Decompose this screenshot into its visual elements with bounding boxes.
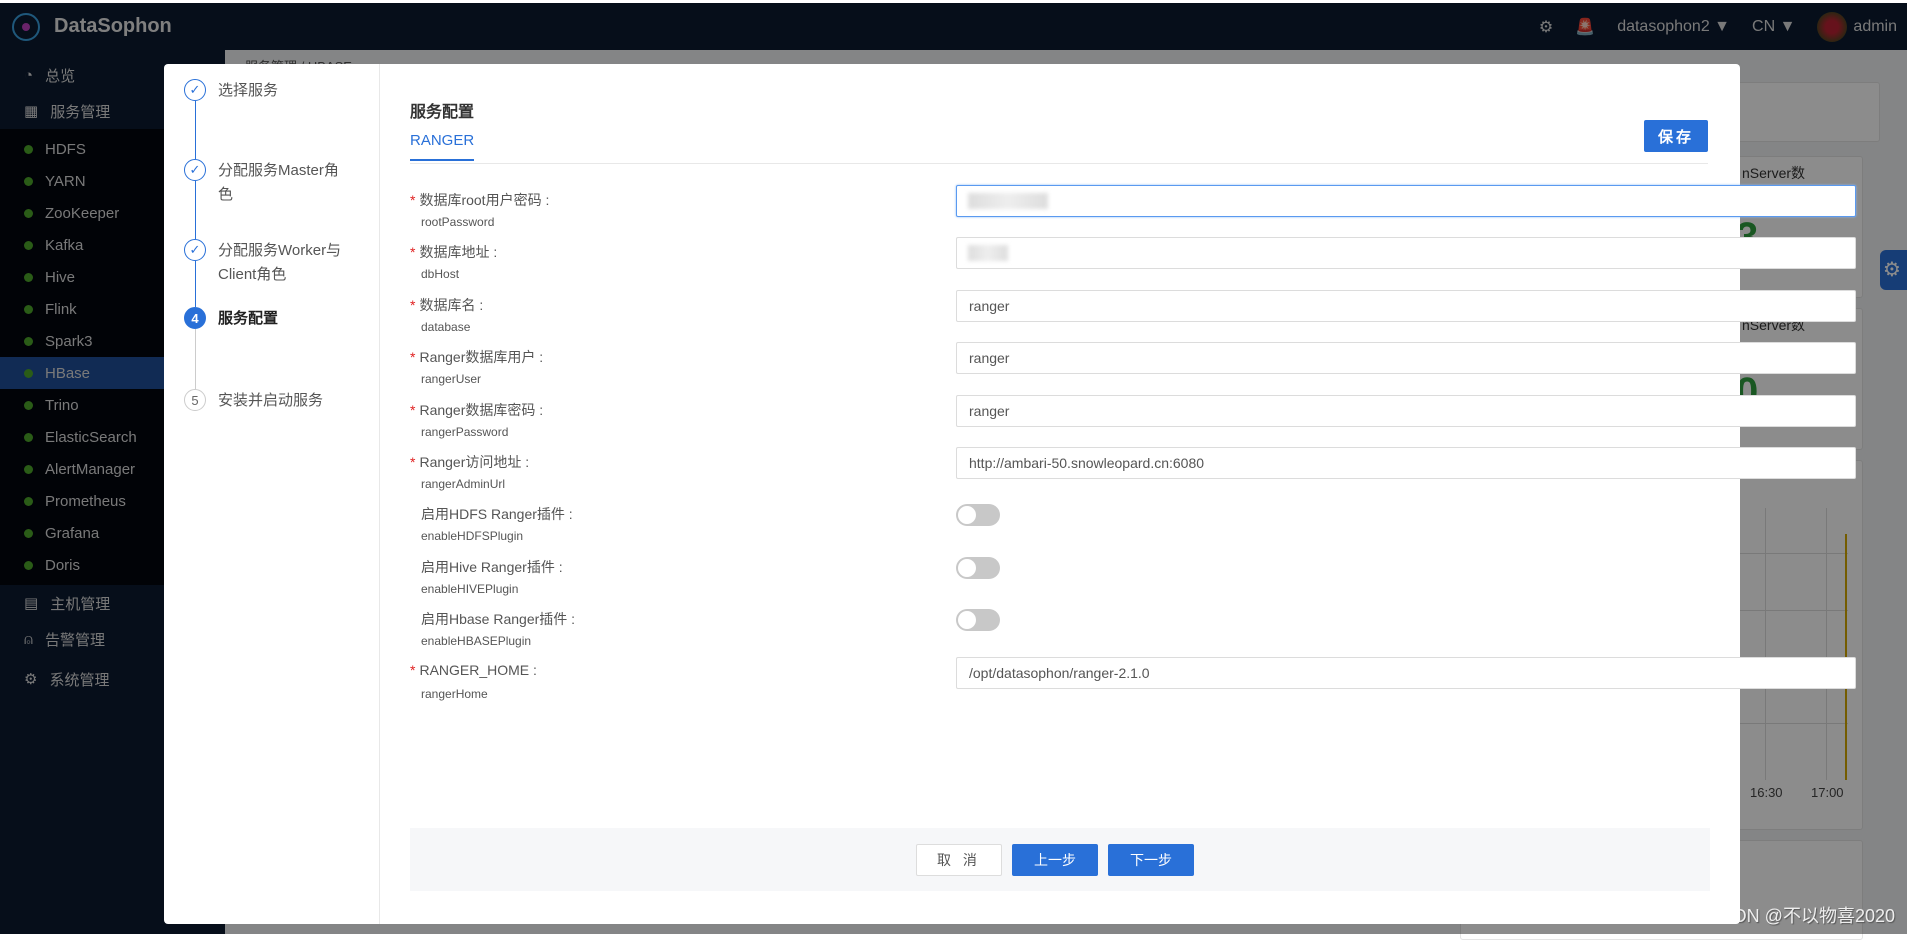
- rangerPassword-input[interactable]: ranger: [956, 394, 1856, 427]
- step-number: 5: [191, 392, 199, 408]
- next-step-button[interactable]: 下一步: [1108, 844, 1194, 876]
- field-label-text: 数据库地址 :: [419, 244, 498, 261]
- form-row-rangerHome: * RANGER_HOME : rangerHome/opt/datasophon/…: [410, 656, 1856, 709]
- tab-ranger[interactable]: RANGER: [410, 132, 475, 161]
- rangerHome-input[interactable]: /opt/datasophon/ranger-2.1.0: [956, 656, 1856, 689]
- input-value: ranger: [969, 297, 1010, 314]
- check-icon: ✓: [189, 242, 201, 257]
- enableHIVEPlugin-switch[interactable]: [956, 556, 1000, 579]
- form-row-rootPassword: * 数据库root用户密码 : rootPassword: [410, 185, 1856, 237]
- field-label: 启用Hive Ranger插件 :: [410, 557, 563, 577]
- field-label-text: RANGER_HOME :: [419, 661, 537, 678]
- database-input[interactable]: ranger: [956, 289, 1856, 322]
- field-label: * Ranger访问地址 :: [410, 452, 529, 472]
- input-value: ranger: [969, 350, 1010, 367]
- wizard-step: 5 安装并启动服务: [184, 389, 348, 413]
- rangerAdminUrl-input[interactable]: http://ambari-50.snowleopard.cn:6080: [956, 447, 1856, 479]
- step-connector: [195, 101, 196, 159]
- install-wizard-modal: ✓ 选择服务 ✓ 分配服务Master角色 ✓ 分配服务Worker与Client角色 4 服…: [164, 64, 1856, 924]
- field-key: enableHBASEPlugin: [421, 634, 532, 649]
- required-mark: *: [410, 244, 416, 261]
- field-key: rangerAdminUrl: [421, 477, 506, 491]
- field-key: rangerHome: [421, 686, 488, 701]
- wizard-footer: 取 消 上一步 下一步: [410, 828, 1710, 891]
- step-indicator: 5: [184, 389, 206, 411]
- redacted-value: [968, 245, 1008, 262]
- wizard-step: 4 服务配置: [184, 307, 348, 331]
- cancel-button[interactable]: 取 消: [916, 844, 1002, 876]
- form-row-rangerUser: * Ranger数据库用户 : rangerUser ranger: [410, 342, 1856, 394]
- step-indicator: 4: [184, 307, 206, 329]
- required-mark: *: [410, 296, 416, 313]
- form-row-enableHBASEPlugin: 启用Hbase Ranger插件 : enableHBASEPlugin: [410, 604, 1710, 656]
- enableHBASEPlugin-switch[interactable]: [956, 609, 1000, 632]
- input-value: ranger: [969, 402, 1010, 419]
- required-mark: *: [410, 192, 416, 208]
- step-label: 分配服务Master角色: [218, 162, 339, 203]
- field-key: rootPassword: [421, 215, 495, 229]
- form-row-rangerPassword: * Ranger数据库密码 : rangerPassword ranger: [410, 394, 1856, 447]
- step-label: 选择服务: [218, 82, 279, 99]
- step-indicator: ✓: [184, 239, 206, 261]
- previous-step-button[interactable]: 上一步: [1012, 844, 1098, 876]
- rootPassword-input[interactable]: [956, 185, 1856, 217]
- step-indicator: ✓: [184, 159, 206, 181]
- field-key: rangerUser: [421, 372, 482, 387]
- form-row-rangerAdminUrl: * Ranger访问地址 : rangerAdminUrl http://ambari…: [410, 447, 1856, 499]
- dbHost-input[interactable]: [956, 237, 1856, 270]
- form-row-database: * 数据库名 : database ranger: [410, 289, 1856, 342]
- wizard-steps: ✓ 选择服务 ✓ 分配服务Master角色 ✓ 分配服务Worker与Client角色 4 服…: [164, 64, 380, 924]
- save-button[interactable]: 保存: [1644, 120, 1708, 152]
- step-label: 服务配置: [218, 310, 279, 327]
- field-label-text: Ranger访问地址 :: [419, 454, 530, 470]
- required-mark: *: [410, 661, 416, 678]
- enableHDFSPlugin-switch[interactable]: [956, 504, 1000, 527]
- field-label-text: 启用Hive Ranger插件 :: [421, 558, 563, 575]
- field-label-text: 启用Hbase Ranger插件 :: [421, 611, 576, 628]
- service-config-panel: 服务配置 RANGER 保存 * 数据库root用户密码 : rootPasswor…: [410, 64, 1856, 924]
- field-key: dbHost: [421, 267, 460, 282]
- check-icon: ✓: [189, 82, 201, 97]
- required-mark: *: [410, 401, 416, 418]
- field-label: * Ranger数据库用户 :: [410, 347, 543, 367]
- redacted-value: [968, 193, 1048, 209]
- field-label: * 数据库地址 :: [410, 242, 497, 262]
- step-label: 安装并启动服务: [218, 392, 324, 409]
- section-title: 服务配置: [410, 104, 475, 121]
- field-label-text: Ranger数据库密码 :: [419, 401, 544, 418]
- input-value: /opt/datasophon/ranger-2.1.0: [969, 664, 1150, 681]
- field-label-text: 启用HDFS Ranger插件 :: [421, 506, 573, 523]
- required-mark: *: [410, 349, 416, 366]
- field-key: enableHIVEPlugin: [421, 581, 519, 596]
- wizard-step: ✓ 分配服务Master角色: [184, 159, 348, 207]
- field-key: enableHDFSPlugin: [421, 529, 524, 544]
- field-label: * Ranger数据库密码 :: [410, 400, 543, 420]
- field-label-text: 数据库root用户密码 :: [419, 192, 550, 208]
- field-label: 启用Hbase Ranger插件 :: [410, 609, 575, 629]
- input-value: http://ambari-50.snowleopard.cn:6080: [969, 455, 1205, 471]
- field-label: * RANGER_HOME :: [410, 662, 537, 678]
- tab-divider: [410, 163, 1708, 164]
- rangerUser-input[interactable]: ranger: [956, 342, 1856, 375]
- field-key: rangerPassword: [421, 424, 509, 439]
- form-row-dbHost: * 数据库地址 : dbHost: [410, 237, 1856, 289]
- field-label-text: Ranger数据库用户 :: [419, 349, 544, 366]
- step-number: 4: [191, 310, 199, 326]
- step-connector: [195, 329, 196, 389]
- form-row-enableHIVEPlugin: 启用Hive Ranger插件 : enableHIVEPlugin: [410, 552, 1710, 604]
- step-label: 分配服务Worker与Client角色: [218, 242, 342, 283]
- form-row-enableHDFSPlugin: 启用HDFS Ranger插件 : enableHDFSPlugin: [410, 499, 1710, 551]
- field-label: 启用HDFS Ranger插件 :: [410, 504, 573, 524]
- required-mark: *: [410, 454, 416, 470]
- wizard-step: ✓ 选择服务: [184, 79, 348, 103]
- field-label: * 数据库root用户密码 :: [410, 190, 549, 210]
- field-label-text: 数据库名 :: [419, 296, 484, 313]
- field-label: * 数据库名 :: [410, 295, 483, 315]
- check-icon: ✓: [189, 162, 201, 177]
- wizard-step: ✓ 分配服务Worker与Client角色: [184, 239, 348, 287]
- step-indicator: ✓: [184, 79, 206, 101]
- field-key: database: [421, 319, 471, 334]
